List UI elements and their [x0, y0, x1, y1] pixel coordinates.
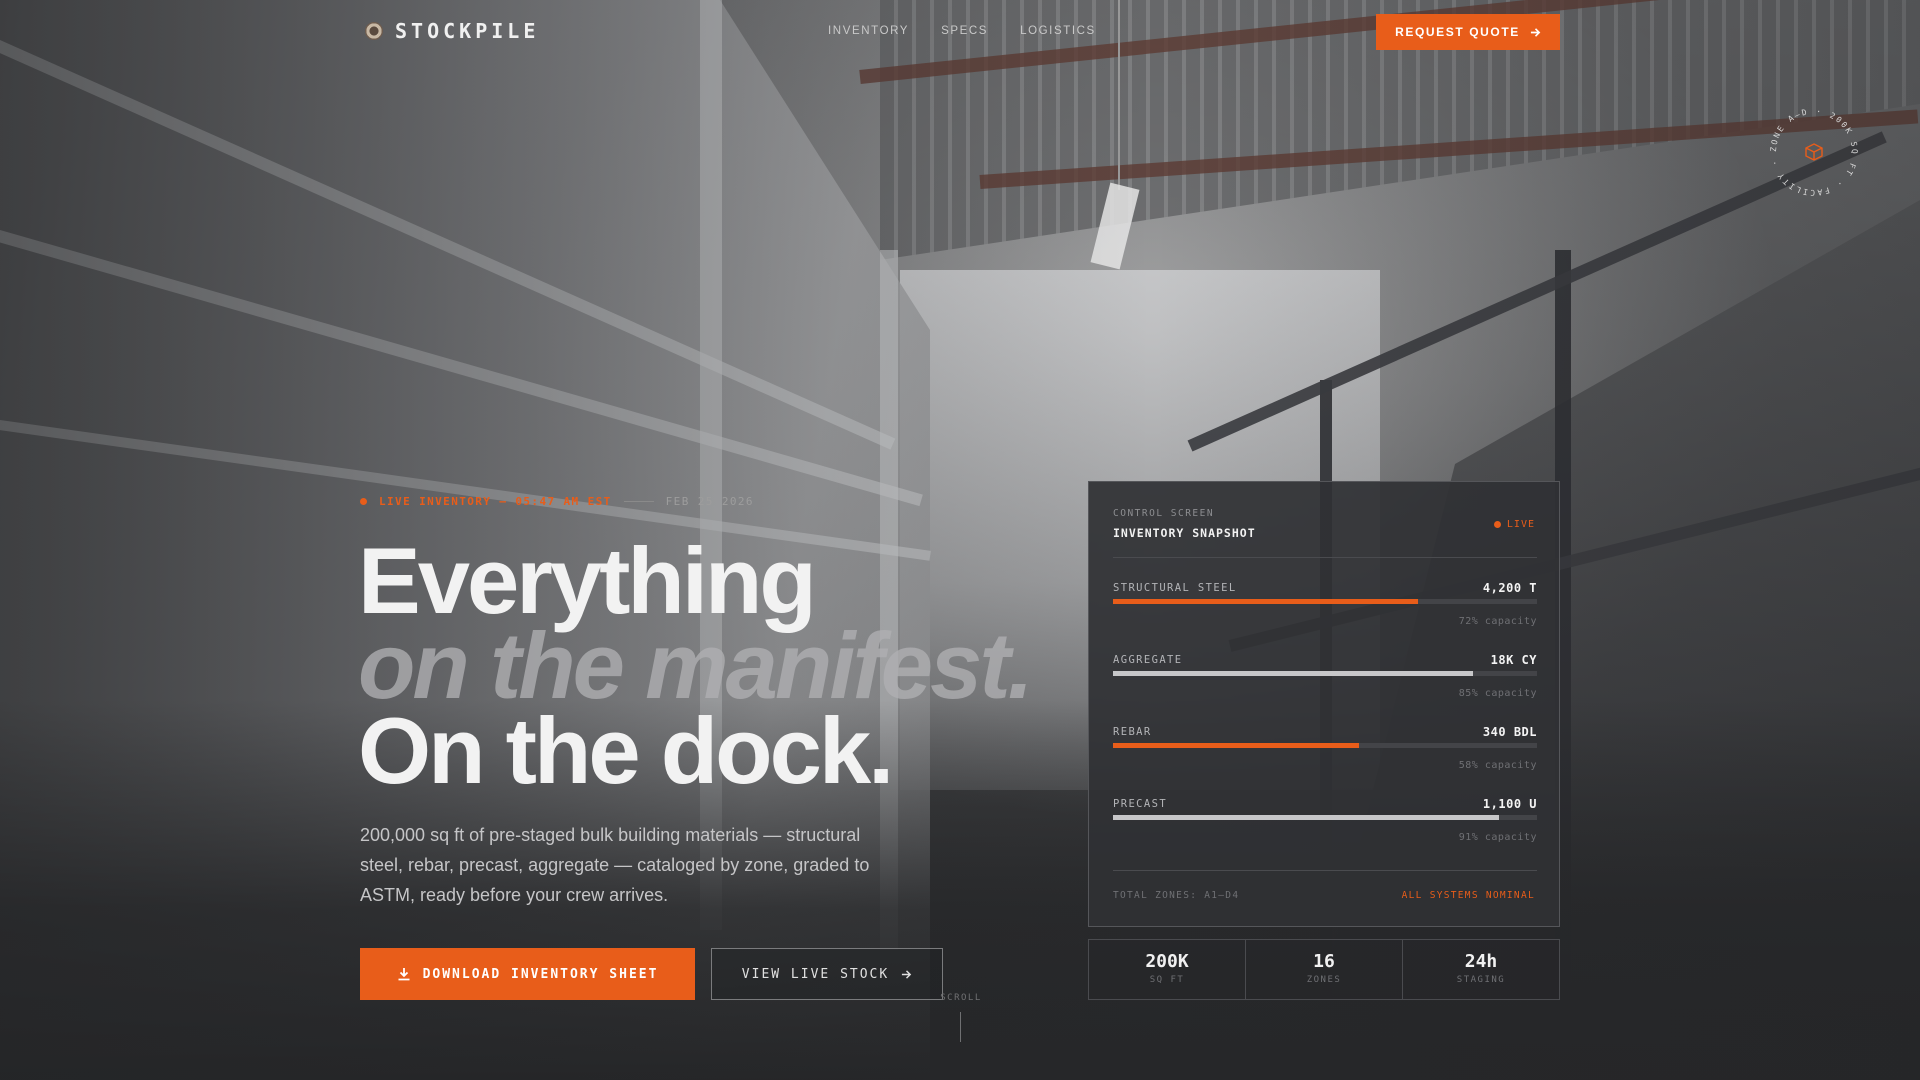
live-dot-icon — [360, 498, 367, 505]
facility-badge: ZONE A–D · 200K SQ FT · FACILITY · — [1762, 100, 1866, 204]
hero-headline: Everything on the manifest. On the dock. — [358, 528, 1034, 803]
ticker-live-text: LIVE INVENTORY — 05:47 AM EST — [379, 495, 612, 508]
inventory-label: REBAR — [1113, 726, 1152, 738]
capacity-text: 72% capacity — [1458, 616, 1537, 627]
gear-icon — [365, 22, 383, 40]
stat-label: SQ FT — [1149, 975, 1185, 985]
capacity-fill — [1113, 599, 1419, 604]
scroll-indicator[interactable]: SCROLL — [936, 993, 986, 1003]
capacity-bar — [1113, 599, 1537, 604]
headline-line-2: on the manifest. — [358, 613, 1034, 718]
inventory-value: 1,100 U — [1482, 797, 1537, 811]
inventory-label: STRUCTURAL STEEL — [1113, 582, 1237, 594]
download-inventory-label: DOWNLOAD INVENTORY SHEET — [422, 966, 659, 982]
arrow-right-icon — [902, 969, 912, 979]
stat-sq-ft: 200K SQ FT — [1089, 940, 1246, 999]
scroll-line — [960, 1012, 961, 1042]
panel-live-label: LIVE — [1506, 519, 1535, 530]
facility-stats: 200K SQ FT 16 ZONES 24h STAGING — [1088, 939, 1560, 1000]
capacity-fill — [1113, 671, 1474, 676]
stat-value: 200K — [1145, 951, 1189, 972]
brand-logo[interactable]: STOCKPILE — [365, 19, 539, 43]
badge-ring: ZONE A–D · 200K SQ FT · FACILITY · — [1769, 107, 1857, 197]
headline-line-1: Everything — [358, 528, 817, 633]
brand-name: STOCKPILE — [395, 19, 540, 43]
capacity-bar — [1113, 671, 1537, 676]
download-inventory-button[interactable]: DOWNLOAD INVENTORY SHEET — [360, 948, 695, 1000]
panel-title: INVENTORY SNAPSHOT — [1113, 526, 1256, 540]
live-ticker: LIVE INVENTORY — 05:47 AM EST FEB 25 202… — [360, 495, 754, 508]
stat-label: STAGING — [1456, 975, 1506, 985]
request-quote-button[interactable]: REQUEST QUOTE — [1376, 14, 1560, 50]
inventory-label: PRECAST — [1113, 798, 1168, 810]
ticker-date: FEB 25 2026 — [665, 495, 754, 508]
box-icon — [1805, 143, 1823, 161]
capacity-bar — [1113, 815, 1537, 820]
arrow-right-icon — [1530, 27, 1541, 37]
stat-zones: 16 ZONES — [1246, 940, 1403, 999]
request-quote-label: REQUEST QUOTE — [1395, 25, 1520, 39]
headline-line-3: On the dock. — [358, 698, 894, 803]
nav-link-specs[interactable]: SPECS — [941, 25, 988, 37]
nav-links: INVENTORY SPECS LOGISTICS — [828, 25, 1096, 37]
inventory-value: 340 BDL — [1482, 725, 1537, 739]
stat-value: 24h — [1464, 951, 1498, 972]
panel-divider — [1113, 870, 1537, 871]
capacity-fill — [1113, 743, 1359, 748]
inventory-row-aggregate: AGGREGATE 18K CY 85% capacity — [1113, 653, 1537, 726]
panel-eyebrow: CONTROL SCREEN — [1113, 508, 1215, 519]
hero-description: 200,000 sq ft of pre-staged bulk buildin… — [360, 825, 870, 905]
nav-link-inventory[interactable]: INVENTORY — [828, 25, 909, 37]
view-live-stock-button[interactable]: VIEW LIVE STOCK — [711, 948, 943, 1000]
system-status-text: ALL SYSTEMS NOMINAL — [1401, 890, 1535, 901]
capacity-fill — [1113, 815, 1499, 820]
stat-label: ZONES — [1306, 975, 1342, 985]
inventory-value: 18K CY — [1490, 653, 1537, 667]
inventory-snapshot-panel: CONTROL SCREEN INVENTORY SNAPSHOT LIVE S… — [1088, 481, 1560, 927]
capacity-bar — [1113, 743, 1537, 748]
inventory-row-precast: PRECAST 1,100 U 91% capacity — [1113, 797, 1537, 870]
nav-link-logistics[interactable]: LOGISTICS — [1020, 25, 1096, 37]
top-nav: STOCKPILE INVENTORY SPECS LOGISTICS REQU… — [0, 0, 1920, 64]
inventory-label: AGGREGATE — [1113, 654, 1183, 666]
download-icon — [398, 968, 410, 981]
capacity-text: 91% capacity — [1458, 832, 1537, 843]
live-dot-icon — [1493, 521, 1501, 528]
panel-divider — [1113, 557, 1537, 558]
inventory-row-structural-steel: STRUCTURAL STEEL 4,200 T 72% capacity — [1113, 581, 1537, 654]
ticker-divider — [623, 501, 654, 502]
inventory-row-rebar: REBAR 340 BDL 58% capacity — [1113, 725, 1537, 798]
stat-value: 16 — [1313, 951, 1335, 972]
capacity-text: 85% capacity — [1458, 688, 1537, 699]
view-live-stock-label: VIEW LIVE STOCK — [741, 966, 890, 982]
total-zones-text: TOTAL ZONES: A1–D4 — [1113, 890, 1240, 901]
capacity-text: 58% capacity — [1458, 760, 1537, 771]
inventory-value: 4,200 T — [1482, 581, 1537, 595]
stat-staging: 24h STAGING — [1403, 940, 1559, 999]
panel-live-badge: LIVE — [1493, 519, 1535, 530]
